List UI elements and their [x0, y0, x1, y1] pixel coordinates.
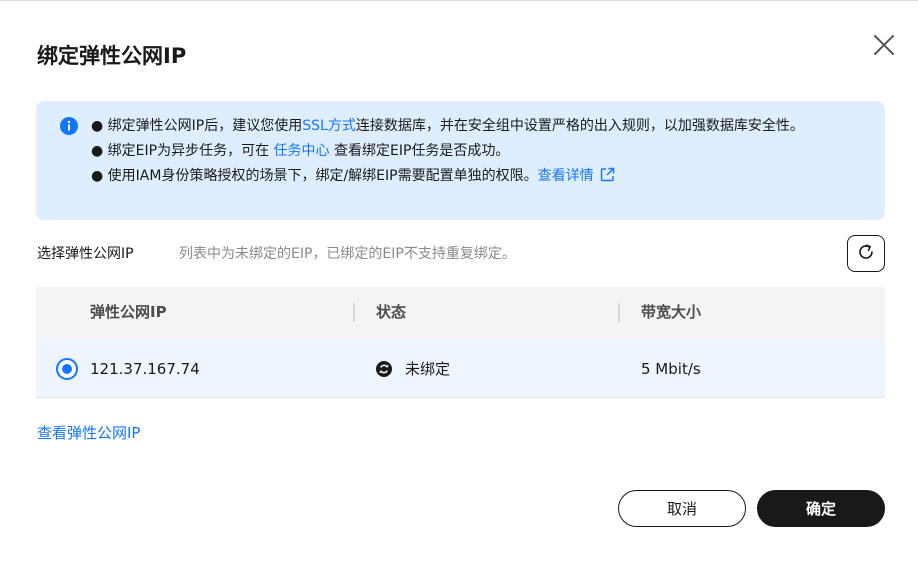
close-icon[interactable]	[872, 33, 896, 57]
notice-lines: ● 绑定弹性公网IP后，建议您使用SSL方式连接数据库，并在安全组中设置严格的出…	[91, 114, 863, 189]
column-divider	[353, 303, 355, 322]
cell-status: 未绑定	[405, 360, 451, 378]
notice-line2-prefix: ● 绑定EIP为异步任务，可在	[91, 143, 274, 159]
table-row[interactable]: 121.37.167.74 未绑定 5 Mbit/s	[36, 338, 885, 398]
view-details-link[interactable]: 查看详情	[537, 166, 615, 184]
task-center-link[interactable]: 任务中心	[274, 143, 330, 159]
external-link-icon	[600, 166, 615, 182]
refresh-button[interactable]	[847, 235, 885, 272]
notice-line2-suffix: 查看绑定EIP任务是否成功。	[329, 143, 510, 159]
info-icon	[60, 117, 78, 135]
view-eip-link[interactable]: 查看弹性公网IP	[37, 422, 140, 444]
view-details-label: 查看详情	[537, 168, 594, 184]
notice-line-iam: ● 使用IAM身份策略授权的场景下，绑定/解绑EIP需要配置单独的权限。查看详情	[91, 164, 863, 189]
ssl-link[interactable]: SSL方式	[302, 118, 356, 134]
confirm-button[interactable]: 确定	[757, 490, 885, 527]
table-header: 弹性公网IP 状态 带宽大小	[36, 287, 885, 338]
notice-line-task: ● 绑定EIP为异步任务，可在 任务中心 查看绑定EIP任务是否成功。	[91, 139, 863, 164]
column-divider	[618, 303, 620, 322]
cell-eip: 121.37.167.74	[90, 360, 200, 378]
eip-table: 弹性公网IP 状态 带宽大小 121.37.167.74 未绑定 5 Mbit/…	[36, 287, 885, 398]
column-header-eip: 弹性公网IP	[90, 303, 167, 321]
cell-bandwidth: 5 Mbit/s	[641, 360, 701, 378]
cancel-button[interactable]: 取消	[618, 490, 746, 527]
notice-line1-suffix: 连接数据库，并在安全组中设置严格的出入规则，以加强数据库安全性。	[355, 118, 804, 134]
notice-box: ● 绑定弹性公网IP后，建议您使用SSL方式连接数据库，并在安全组中设置严格的出…	[36, 101, 885, 220]
refresh-icon	[856, 242, 876, 266]
row-radio[interactable]	[56, 358, 78, 380]
dialog-title: 绑定弹性公网IP	[37, 44, 187, 68]
notice-line1-prefix: ● 绑定弹性公网IP后，建议您使用	[91, 118, 303, 134]
select-eip-hint: 列表中为未绑定的EIP，已绑定的EIP不支持重复绑定。	[179, 246, 516, 262]
status-unbound-icon	[376, 361, 392, 377]
notice-line-ssl: ● 绑定弹性公网IP后，建议您使用SSL方式连接数据库，并在安全组中设置严格的出…	[91, 114, 863, 139]
bind-eip-dialog: 绑定弹性公网IP ● 绑定弹性公网IP后，建议您使用SSL方式连接数据库，并在安…	[0, 0, 918, 561]
column-header-bandwidth: 带宽大小	[641, 303, 702, 321]
notice-line3-prefix: ● 使用IAM身份策略授权的场景下，绑定/解绑EIP需要配置单独的权限。	[91, 168, 538, 184]
select-eip-label: 选择弹性公网IP	[37, 246, 134, 262]
column-header-status: 状态	[376, 303, 407, 321]
